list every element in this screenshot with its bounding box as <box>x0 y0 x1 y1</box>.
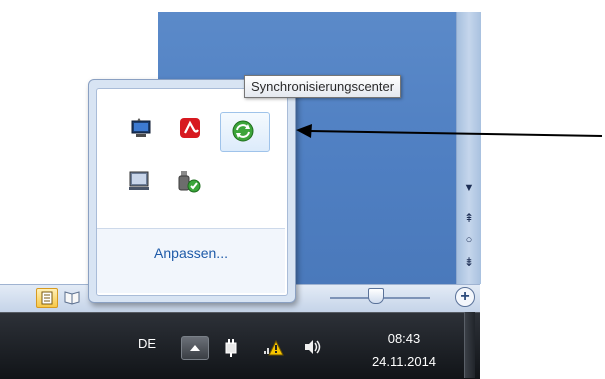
speaker-volume-icon[interactable] <box>303 337 323 357</box>
clock-date: 24.11.2014 <box>371 354 437 369</box>
power-plug-icon[interactable] <box>221 337 241 357</box>
zoom-in-icon[interactable]: + <box>455 287 475 307</box>
popup-footer <box>97 229 285 293</box>
show-hidden-icons-button[interactable] <box>181 336 209 360</box>
print-layout-icon[interactable] <box>36 288 58 308</box>
system-clock[interactable]: 08:43 24.11.2014 <box>344 330 464 372</box>
avira-antivirus-icon[interactable] <box>179 117 201 139</box>
sync-center-icon[interactable] <box>231 119 254 142</box>
reading-view-icon[interactable] <box>62 288 82 306</box>
usb-safely-remove-icon[interactable] <box>177 170 201 193</box>
tooltip: Synchronisierungscenter <box>244 75 402 98</box>
next-page-icon[interactable]: ⇟ <box>457 252 481 272</box>
customize-link[interactable]: Anpassen... <box>97 245 285 261</box>
laptop-display-icon[interactable] <box>128 170 150 192</box>
language-indicator[interactable]: DE <box>138 336 156 351</box>
annotation-arrow-icon <box>296 124 603 138</box>
show-desktop-button[interactable] <box>464 312 475 378</box>
vertical-scrollbar[interactable]: ▼ ⇞ ○ ⇟ <box>456 12 481 284</box>
previous-page-icon[interactable]: ⇞ <box>457 208 481 228</box>
clock-time: 08:43 <box>387 331 421 346</box>
triangle-up-icon <box>190 345 200 351</box>
select-browse-object-icon[interactable]: ○ <box>457 230 481 250</box>
zoom-slider-thumb[interactable] <box>368 288 384 304</box>
outside-area <box>480 312 605 378</box>
network-monitor-icon[interactable] <box>130 118 152 140</box>
network-warning-icon[interactable] <box>262 337 284 357</box>
scroll-down-arrow-icon[interactable]: ▼ <box>457 178 481 198</box>
